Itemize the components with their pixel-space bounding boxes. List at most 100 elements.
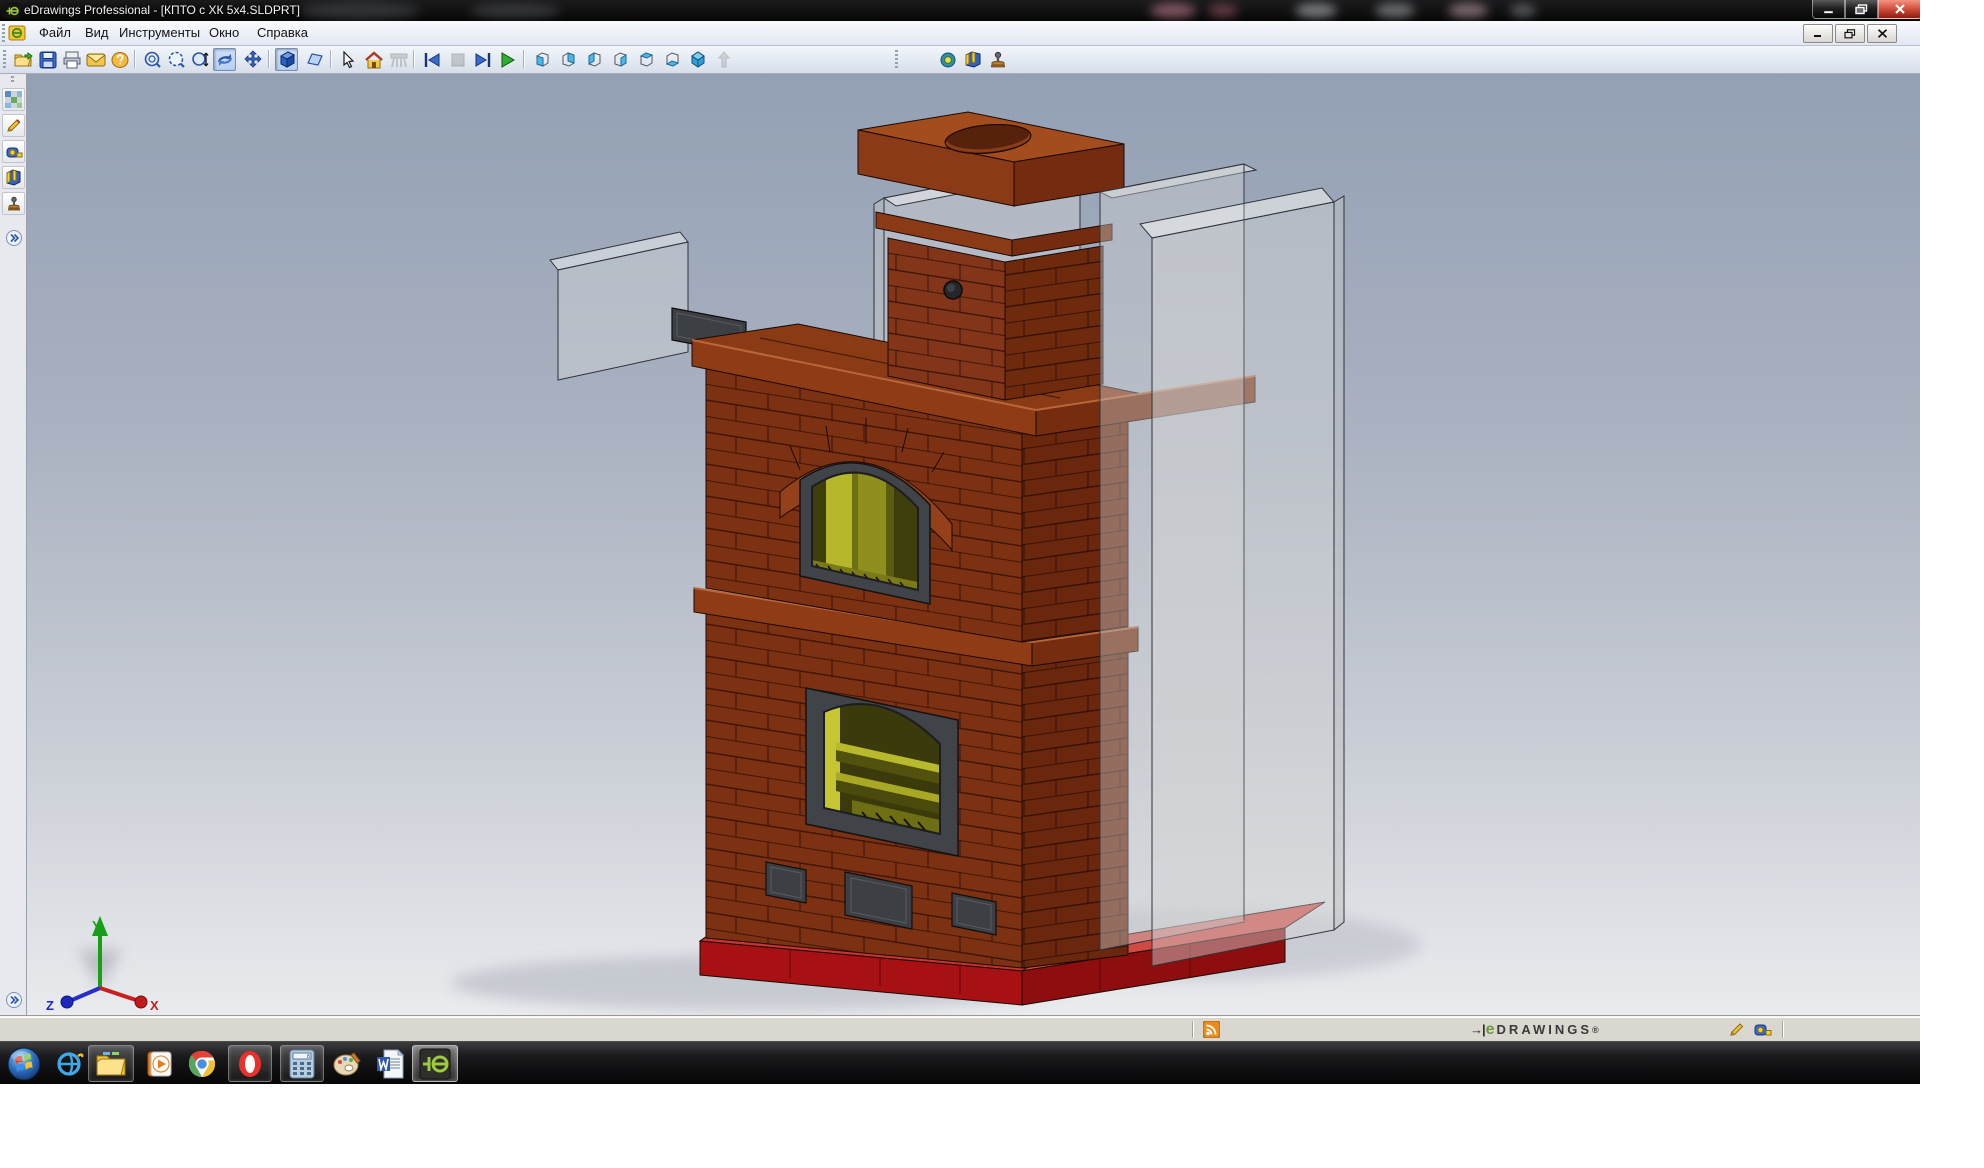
print-button[interactable] xyxy=(60,48,83,71)
taskbar-paint[interactable] xyxy=(330,1045,366,1082)
select-button[interactable] xyxy=(337,48,360,71)
glass-blur-blob xyxy=(300,2,420,20)
mdi-window-controls xyxy=(1803,24,1897,43)
menu-window[interactable]: Окно xyxy=(200,21,248,45)
taskbar-opera[interactable] xyxy=(228,1045,272,1082)
stamp-button[interactable] xyxy=(2,192,25,215)
toolbar-separator xyxy=(523,50,524,68)
glass-blur-blob xyxy=(1375,3,1415,18)
toolbar-separator xyxy=(134,50,135,68)
window-title: eDrawings Professional - [КПТО с ХК 5x4.… xyxy=(24,3,300,17)
mdi-minimize-button[interactable] xyxy=(1803,24,1833,43)
zoom-to-fit-button[interactable] xyxy=(141,48,164,71)
first-view-button[interactable] xyxy=(420,48,443,71)
toolbar-grip[interactable] xyxy=(3,50,6,69)
brand-arrow: →| xyxy=(1470,1022,1485,1037)
desktop-screenshot: eDrawings Professional - [КПТО с ХК 5x4.… xyxy=(0,0,1920,1084)
taskbar-media-player[interactable] xyxy=(142,1045,176,1082)
brand-name: DRAWINGS xyxy=(1497,1022,1593,1037)
view-top-button[interactable] xyxy=(634,48,657,71)
pan-button[interactable] xyxy=(241,48,264,71)
svg-text:8: 8 xyxy=(307,1054,310,1060)
cross-section-button[interactable] xyxy=(961,48,984,71)
reset-view-button[interactable] xyxy=(712,48,735,71)
help-button[interactable] xyxy=(108,48,131,71)
play-animation-button[interactable] xyxy=(496,48,519,71)
expand-more-button[interactable] xyxy=(2,226,25,249)
rotate-button[interactable] xyxy=(213,48,236,71)
markup-pencil-button[interactable] xyxy=(2,114,25,137)
taskbar-windows-explorer[interactable] xyxy=(88,1045,134,1082)
zoom-in-out-button[interactable] xyxy=(189,48,212,71)
side-toolbar xyxy=(0,74,27,1016)
statusbar-pencil-icon[interactable] xyxy=(1728,1021,1746,1043)
statusbar-groove xyxy=(1782,1021,1784,1038)
brand-e: e xyxy=(1486,1021,1495,1039)
chimney[interactable] xyxy=(888,238,1103,400)
open-button[interactable] xyxy=(12,48,35,71)
mass-properties-button[interactable] xyxy=(936,48,959,71)
mdi-close-button[interactable] xyxy=(1867,24,1897,43)
view-right-button[interactable] xyxy=(608,48,631,71)
stand-tool-button[interactable] xyxy=(387,48,410,71)
statusbar-groove xyxy=(1192,1021,1194,1038)
menu-tools[interactable]: Инструменты xyxy=(110,21,209,45)
minimize-button[interactable] xyxy=(1812,0,1845,19)
toolbar-separator xyxy=(330,50,331,68)
toolbar-separator xyxy=(413,50,414,68)
taskbar-word[interactable] xyxy=(372,1045,408,1082)
taskbar: 8 RU 19:59 06.03.2024 xyxy=(0,1041,1920,1084)
hidden-lines-view-button[interactable] xyxy=(303,48,326,71)
mdi-restore-button[interactable] xyxy=(1835,24,1865,43)
home-view-button[interactable] xyxy=(362,48,385,71)
cross-section-button[interactable] xyxy=(2,166,25,189)
glass-blur-blob xyxy=(1448,3,1488,18)
toolbar-separator xyxy=(268,50,269,68)
glass-blur-blob xyxy=(1295,3,1337,18)
statusbar-measure-icon[interactable] xyxy=(1753,1021,1773,1043)
page-canvas: eDrawings Professional - [КПТО с ХК 5x4.… xyxy=(0,0,1984,1168)
view-front-button[interactable] xyxy=(530,48,553,71)
taskbar-chrome[interactable] xyxy=(184,1045,220,1082)
glass-blur-blob xyxy=(1208,4,1238,17)
expand-panel-button[interactable] xyxy=(2,988,25,1011)
window-controls xyxy=(1812,0,1920,19)
save-button[interactable] xyxy=(36,48,59,71)
main-toolbar xyxy=(0,46,1920,74)
status-bar: →|eDRAWINGS® xyxy=(0,1016,1920,1041)
glass-panel-right-front[interactable] xyxy=(1140,176,1344,966)
taskbar-internet-explorer[interactable] xyxy=(52,1045,86,1082)
document-icon[interactable] xyxy=(8,24,27,42)
taskbar-calculator[interactable]: 8 xyxy=(280,1045,324,1082)
shaded-view-button[interactable] xyxy=(275,48,298,71)
window-titlebar: eDrawings Professional - [КПТО с ХК 5x4.… xyxy=(0,0,1920,21)
menu-help[interactable]: Справка xyxy=(248,21,317,45)
axis-y-label: Y xyxy=(92,918,101,933)
view-bottom-button[interactable] xyxy=(660,48,683,71)
taskbar-edrawings[interactable] xyxy=(412,1045,458,1082)
rss-icon[interactable] xyxy=(1203,1021,1220,1038)
axis-x-label: X xyxy=(150,998,159,1013)
texture-pattern-button[interactable] xyxy=(2,88,25,111)
menu-bar: Файл Вид Инструменты Окно Справка xyxy=(0,21,1920,46)
view-isometric-button[interactable] xyxy=(686,48,709,71)
edrawings-app-icon xyxy=(5,3,20,18)
maximize-restore-button[interactable] xyxy=(1845,0,1878,19)
close-button[interactable] xyxy=(1878,0,1920,19)
start-button[interactable] xyxy=(4,1045,44,1082)
send-email-button[interactable] xyxy=(84,48,107,71)
glass-blur-blob xyxy=(1510,4,1536,17)
edrawings-brand: →|eDRAWINGS® xyxy=(1470,1020,1599,1039)
stamp-button[interactable] xyxy=(986,48,1009,71)
toolbar-grip[interactable] xyxy=(895,50,898,69)
view-back-button[interactable] xyxy=(556,48,579,71)
last-view-button[interactable] xyxy=(471,48,494,71)
view-left-button[interactable] xyxy=(582,48,605,71)
measure-tape-button[interactable] xyxy=(2,140,25,163)
viewport-3d[interactable]: Y Z X xyxy=(27,74,1920,1016)
menu-file[interactable]: Файл xyxy=(30,21,80,45)
stop-animation-button[interactable] xyxy=(446,48,469,71)
toolbar-grip[interactable] xyxy=(2,24,5,43)
zoom-area-button[interactable] xyxy=(165,48,188,71)
toolbar-grip[interactable] xyxy=(11,76,14,84)
